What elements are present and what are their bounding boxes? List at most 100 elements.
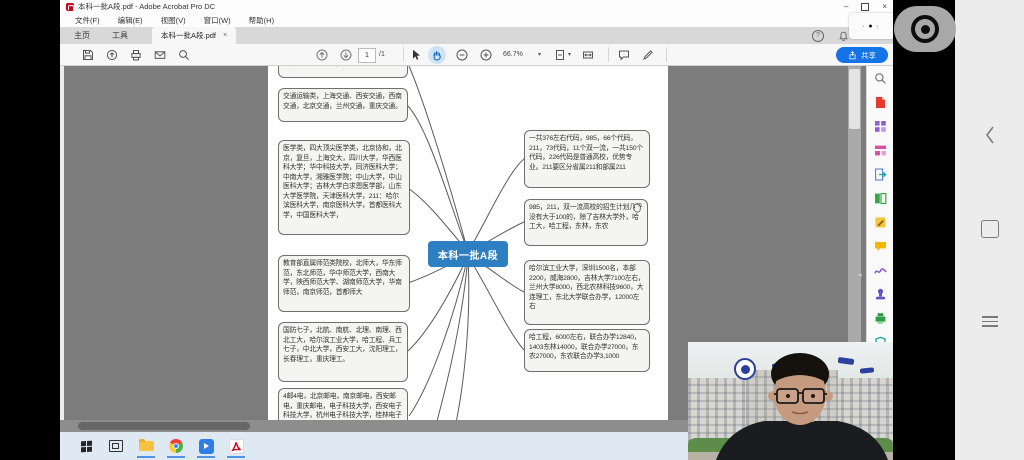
export-pdf-icon[interactable] — [874, 168, 887, 181]
tab-tools[interactable]: 工具 — [106, 27, 134, 44]
previous-page-icon[interactable] — [316, 49, 328, 61]
upload-cloud-icon[interactable] — [106, 49, 118, 61]
acrobat-app-icon — [66, 3, 74, 11]
print-icon[interactable] — [130, 49, 142, 61]
chrome-button[interactable] — [166, 434, 186, 458]
menu-window[interactable]: 窗口(W) — [195, 15, 240, 26]
mindmap-node-heu-rankings[interactable]: 哈工程，6000左右，联合办学12840，1403东林14000，联合办学270… — [524, 329, 650, 372]
email-icon[interactable] — [154, 49, 166, 61]
help-icon[interactable]: ? — [812, 30, 824, 42]
vertical-scrollbar-thumb[interactable] — [849, 69, 860, 129]
side-rail — [955, 0, 1024, 460]
comment-icon[interactable] — [618, 49, 630, 61]
mindmap-center-node[interactable]: 本科一批A段 — [428, 241, 508, 267]
print-production-icon[interactable] — [874, 312, 887, 325]
active-app-indicator — [137, 456, 155, 458]
left-panel-edge — [60, 66, 64, 432]
fill-sign-icon[interactable] — [874, 264, 887, 277]
node-text: 教育部直属师范类院校，北师大，华东师范，东北师范，华中师范大学，西南大学，陕西师… — [283, 260, 402, 296]
page-total-label: /1 — [379, 51, 385, 58]
back-chevron-icon[interactable] — [955, 125, 1024, 145]
page-number-input[interactable]: 1 — [358, 48, 376, 63]
mindmap-node-defense[interactable]: 国防七子，北航、南航、北理、南理、西北工大，哈尔滨工业大学，哈工程、兵工七子，中… — [278, 322, 408, 382]
acrobat-taskbar-button[interactable] — [226, 434, 246, 458]
mindmap-node-normal-universities[interactable]: 教育部直属师范类院校，北师大，华东师范，东北师范，华中师范大学，西南大学，陕西师… — [278, 255, 410, 312]
acrobat-taskbar-icon — [229, 439, 244, 454]
menu-edit[interactable]: 编辑(E) — [109, 15, 152, 26]
zoom-out-icon[interactable] — [456, 49, 468, 61]
presenter-person — [688, 342, 893, 460]
active-app-indicator — [167, 456, 185, 458]
mindmap-node-medical[interactable]: 医学类，四大顶尖医学类，北京协和，北京，复旦，上海交大，四川大学，华西医科大学；… — [278, 140, 410, 235]
share-button[interactable]: 共享 — [836, 47, 888, 63]
dots-label: ∙ ● ∙ — [862, 23, 879, 30]
toolbar-separator — [666, 47, 667, 62]
tab-document-label: 本科一批A段.pdf — [161, 30, 216, 41]
combine-files-icon[interactable] — [874, 120, 887, 133]
select-tool-icon[interactable] — [410, 49, 422, 61]
start-button[interactable] — [76, 434, 96, 458]
task-view-icon — [109, 440, 123, 452]
menu-help[interactable]: 帮助(H) — [240, 15, 283, 26]
task-view-button[interactable] — [106, 434, 126, 458]
node-text: 交通运输类，上海交通、西安交通，西南交通，北京交通，兰州交通，重庆交通。 — [283, 93, 402, 110]
window-title: 本科一批A段.pdf - Adobe Acrobat Pro DC — [78, 1, 215, 12]
menu-file[interactable]: 文件(F) — [66, 15, 109, 26]
mindmap-node-hit-rankings[interactable]: 哈尔滨工业大学，深圳1500名，本部2200，威海2800，吉林大学7100左右… — [524, 260, 650, 325]
stamp-tool-icon[interactable] — [874, 288, 887, 301]
organize-pages-icon[interactable] — [874, 144, 887, 157]
comment-tool-icon[interactable] — [874, 240, 887, 253]
menu-view[interactable]: 视图(V) — [152, 15, 195, 26]
maximize-button[interactable] — [861, 3, 869, 11]
home-square-icon[interactable] — [955, 220, 1024, 238]
tab-document[interactable]: 本科一批A段.pdf × — [152, 27, 236, 44]
file-explorer-button[interactable] — [136, 434, 156, 458]
record-button-icon[interactable] — [911, 15, 939, 43]
fit-width-icon[interactable] — [582, 49, 594, 61]
tab-home[interactable]: 主页 — [68, 27, 96, 44]
tab-bar: 主页 工具 本科一批A段.pdf × ? — [60, 27, 893, 44]
mindmap-node-truncated-top[interactable]: 学，上海财经大学； — [278, 66, 408, 78]
toolbar-separator — [608, 47, 609, 62]
node-text: 一共376左右代码，985，66个代码，211，73代码，11个双一流，一共15… — [529, 135, 643, 171]
panel-collapse-arrow-icon[interactable]: ◂ — [858, 271, 862, 279]
next-page-icon[interactable] — [340, 49, 352, 61]
fit-dropdown-caret-icon[interactable]: ▾ — [568, 51, 571, 58]
search-tool-icon[interactable] — [874, 72, 887, 85]
active-app-indicator — [197, 456, 215, 458]
zoom-dropdown-caret-icon[interactable]: ▾ — [538, 51, 541, 58]
fit-page-icon[interactable] — [554, 49, 566, 61]
toolbar-separator — [403, 47, 404, 62]
horizontal-scrollbar-thumb[interactable] — [78, 422, 250, 430]
mindmap-node-transportation[interactable]: 交通运输类，上海交通、西安交通，西南交通，北京交通，兰州交通，重庆交通。 — [278, 88, 408, 122]
edit-pdf-icon[interactable] — [874, 216, 887, 229]
search-icon[interactable] — [178, 49, 190, 61]
create-pdf-icon[interactable] — [874, 96, 887, 109]
tab-close-icon[interactable]: × — [223, 32, 227, 39]
save-icon[interactable] — [82, 49, 94, 61]
screen-record-pill[interactable] — [894, 6, 956, 52]
title-bar: 本科一批A段.pdf - Adobe Acrobat Pro DC — [60, 0, 893, 13]
zoom-level-value[interactable]: 66.7% — [503, 51, 523, 58]
mindmap-node-codes[interactable]: 一共376左右代码，985，66个代码，211，73代码，11个双一流，一共15… — [524, 130, 650, 188]
webcam-overlay — [688, 342, 893, 460]
active-app-indicator — [227, 456, 245, 458]
video-app-button[interactable] — [196, 434, 216, 458]
node-text: 985，211，双一流高校的招生计划几乎没有大于100的，除了吉林大学外，哈工大… — [529, 204, 642, 230]
node-text: 医学类，四大顶尖医学类，北京协和，北京，复旦，上海交大，四川大学，华西医科大学；… — [283, 145, 402, 219]
node-text: 学，上海财经大学； — [283, 66, 342, 67]
minimize-button[interactable]: – — [844, 3, 848, 11]
pencil-icon[interactable] — [642, 49, 654, 61]
share-button-label: 共享 — [861, 50, 876, 61]
zoom-in-icon[interactable] — [480, 49, 492, 61]
compare-files-icon[interactable] — [874, 192, 887, 205]
windows-logo-icon — [81, 440, 92, 452]
floating-dots-overlay[interactable]: ∙ ● ∙ — [849, 13, 893, 39]
mindmap-node-enrollment-plan[interactable]: 985，211，双一流高校的招生计划几乎没有大于100的，除了吉林大学外，哈工大… — [524, 199, 648, 246]
window-controls: – × — [844, 0, 887, 13]
hand-tool-active[interactable] — [428, 46, 446, 64]
menu-bar: 文件(F) 编辑(E) 视图(V) 窗口(W) 帮助(H) — [60, 13, 893, 27]
close-button[interactable]: × — [882, 3, 887, 11]
menu-lines-icon[interactable] — [955, 316, 1024, 327]
video-app-icon — [199, 439, 214, 454]
